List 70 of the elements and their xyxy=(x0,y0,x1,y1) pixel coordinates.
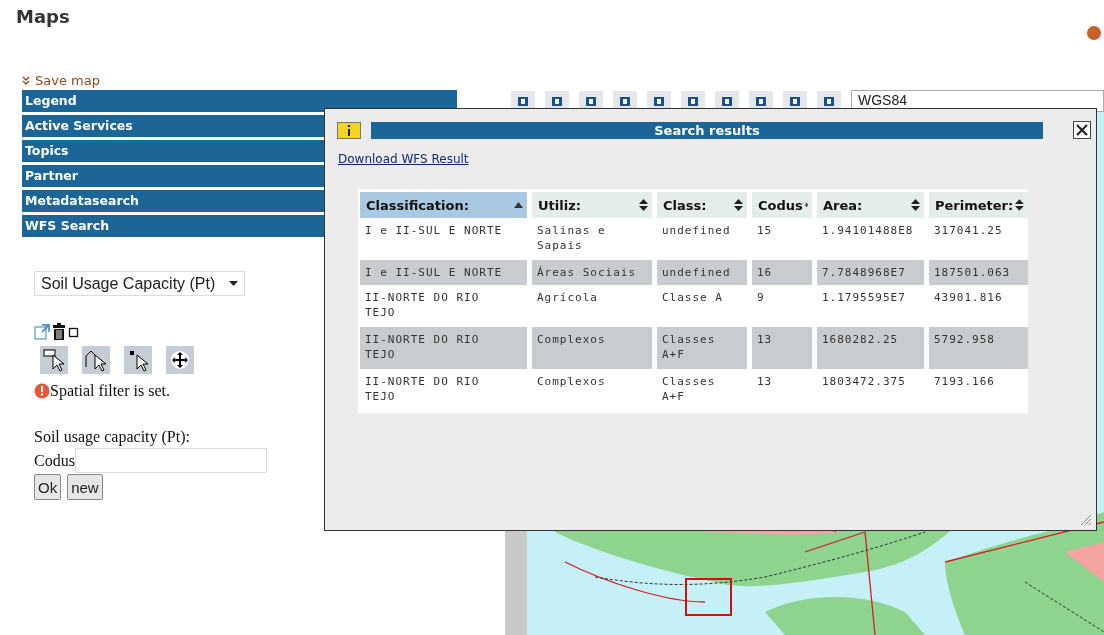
move-tool[interactable] xyxy=(166,346,194,374)
framed-square-icon xyxy=(822,94,836,108)
layer-select[interactable]: Soil Usage Capacity (Pt) xyxy=(34,271,245,296)
status-icon xyxy=(1087,26,1101,40)
table-cell: Áreas Sociais xyxy=(532,260,652,285)
sort-icon[interactable] xyxy=(734,199,743,211)
toolbar-button[interactable] xyxy=(783,91,807,111)
form-button[interactable]: Ok xyxy=(34,474,62,500)
framed-square-icon xyxy=(720,94,734,108)
table-cell: II-NORTE DO RIO TEJO xyxy=(360,327,527,369)
info-link-icon[interactable] xyxy=(34,323,50,340)
trash-icon[interactable] xyxy=(51,323,67,340)
page-title: Maps xyxy=(16,6,70,27)
toolbar-button[interactable] xyxy=(511,91,535,111)
form-button[interactable]: new xyxy=(67,474,103,500)
framed-square-icon xyxy=(754,94,768,108)
column-header[interactable]: Utiliz: xyxy=(532,192,652,218)
framed-square-icon xyxy=(550,94,564,108)
table-cell: 187501.063 xyxy=(929,260,1028,285)
sort-icon[interactable] xyxy=(911,199,920,211)
close-button[interactable] xyxy=(1073,121,1091,139)
framed-square-icon xyxy=(788,94,802,108)
polygon-select-tool[interactable] xyxy=(82,346,110,374)
framed-square-icon xyxy=(584,94,598,108)
toolbar-button[interactable] xyxy=(613,91,637,111)
caret-icon xyxy=(229,281,238,286)
table-cell: 7.7848968E7 xyxy=(817,260,924,285)
framed-square-icon xyxy=(516,94,530,108)
table-cell: 1680282.25 xyxy=(817,327,924,369)
toolbar-button[interactable] xyxy=(545,91,569,111)
resize-grip-icon[interactable] xyxy=(1080,514,1092,526)
sort-icon[interactable] xyxy=(639,199,648,211)
table-cell: Complexos xyxy=(532,327,652,369)
square-icon[interactable] xyxy=(68,325,80,338)
error-icon[interactable] xyxy=(34,383,50,399)
framed-square-icon xyxy=(686,94,700,108)
sort-icon[interactable] xyxy=(1015,199,1024,211)
toolbar-button[interactable] xyxy=(681,91,705,111)
toolbar-button[interactable] xyxy=(715,91,739,111)
column-header[interactable]: Class: xyxy=(657,192,747,218)
column-header[interactable]: Classification: xyxy=(360,192,527,218)
dialog-title: Search results xyxy=(371,121,1043,139)
info-icon xyxy=(347,124,351,136)
point-select-tool[interactable] xyxy=(124,346,152,374)
column-header[interactable]: Area: xyxy=(817,192,924,218)
table-cell: 5792.958 xyxy=(929,327,1028,369)
sort-ascending-icon[interactable] xyxy=(514,202,523,208)
column-header[interactable]: Perimeter: xyxy=(929,192,1028,218)
table-cell: 13 xyxy=(752,327,812,369)
form-title: Soil usage capacity (Pt): xyxy=(34,428,190,446)
accordion-header[interactable]: Legend xyxy=(22,90,457,112)
table-cell: I e II-SUL E NORTE xyxy=(360,260,527,285)
info-button[interactable] xyxy=(337,121,361,139)
save-map-link[interactable]: Save map xyxy=(22,70,457,90)
column-header[interactable]: Codus xyxy=(752,192,812,218)
codus-input[interactable] xyxy=(74,448,267,473)
framed-square-icon xyxy=(618,94,632,108)
field-label: Codus xyxy=(34,451,75,470)
table-cell: undefined xyxy=(657,260,747,285)
framed-square-icon xyxy=(652,94,666,108)
filter-message: Spatial filter is set. xyxy=(50,382,170,400)
table-cell: 16 xyxy=(752,260,812,285)
toolbar-button[interactable] xyxy=(749,91,773,111)
table-cell: Classes A+F xyxy=(657,327,747,369)
toolbar-button[interactable] xyxy=(817,91,841,111)
rectangle-select-tool[interactable] xyxy=(40,346,68,374)
toolbar-button[interactable] xyxy=(579,91,603,111)
double-chevron-icon xyxy=(22,75,30,85)
toolbar-button[interactable] xyxy=(647,91,671,111)
close-icon xyxy=(1076,124,1088,136)
